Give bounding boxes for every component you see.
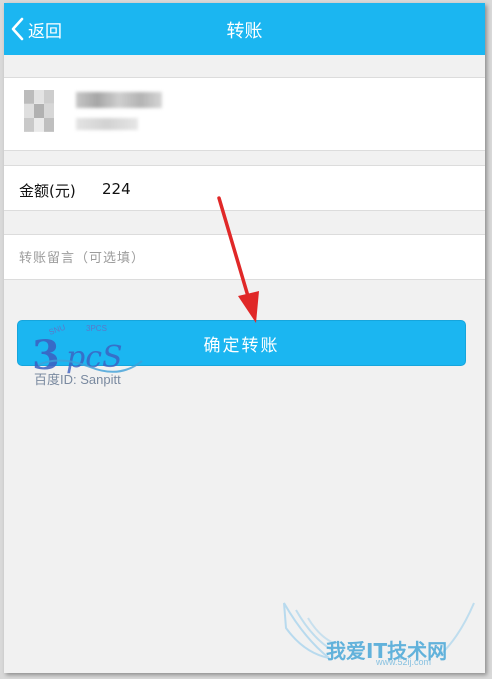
watermark-caption: 百度ID: Sanpitt [34,372,121,387]
confirm-transfer-button[interactable]: 确定转账 [17,320,466,366]
remark-row[interactable] [4,234,485,280]
remark-input[interactable] [19,247,459,269]
amount-label: 金额(元) [19,182,76,200]
page-title: 转账 [226,21,263,42]
recipient-avatar-blurred [24,90,54,132]
app-screen: 返回 转账 金额(元) 224 确定转账 SNU 3PCS 3 pcS 百度ID… [4,3,485,673]
recipient-name-blurred [76,92,162,108]
nav-bar: 返回 转账 [4,3,485,55]
amount-input[interactable]: 224 [102,180,131,198]
amount-row[interactable]: 金额(元) 224 [4,165,485,211]
site-watermark-url: www.52ij.com [376,657,432,667]
recipient-card [4,77,485,151]
recipient-account-blurred [76,118,138,130]
